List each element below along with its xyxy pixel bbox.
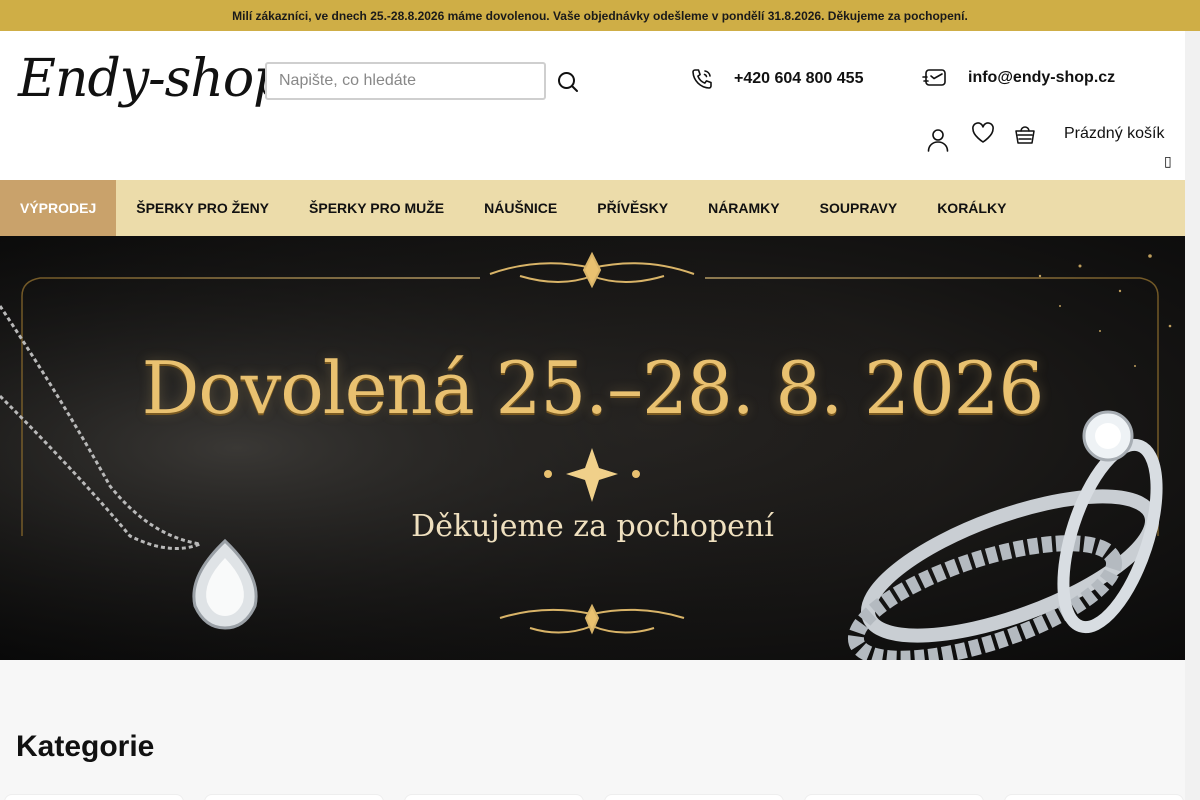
search-icon bbox=[558, 72, 578, 92]
main-nav: VÝPRODEJ ŠPERKY PRO ŽENY ŠPERKY PRO MUŽE… bbox=[0, 180, 1185, 236]
category-card[interactable] bbox=[1004, 794, 1184, 800]
account-button[interactable] bbox=[925, 126, 951, 154]
cart-label[interactable]: Prázdný košík bbox=[1064, 125, 1164, 143]
nav-item-naramky[interactable]: NÁRAMKY bbox=[688, 180, 800, 236]
hero-banner[interactable]: Dovolená 25.–28. 8. 2026 Děkujeme za poc… bbox=[0, 236, 1185, 660]
hero-decoration bbox=[0, 236, 1185, 660]
phone-icon bbox=[692, 69, 712, 89]
announcement-bar: Milí zákazníci, ve dnech 25.-28.8.2026 m… bbox=[0, 0, 1200, 31]
hero-title: Dovolená 25.–28. 8. 2026 bbox=[141, 346, 1045, 430]
nav-item-nausnice[interactable]: NÁUŠNICE bbox=[464, 180, 577, 236]
announcement-text: Milí zákazníci, ve dnech 25.-28.8.2026 m… bbox=[232, 8, 968, 23]
hero-subtitle: Děkujeme za pochopení bbox=[411, 509, 774, 544]
nav-item-sperky-pro-zeny[interactable]: ŠPERKY PRO ŽENY bbox=[116, 180, 289, 236]
page: Milí zákazníci, ve dnech 25.-28.8.2026 m… bbox=[0, 0, 1200, 800]
search-button[interactable] bbox=[553, 67, 583, 97]
nav-item-privesky[interactable]: PŘÍVĚSKY bbox=[577, 180, 688, 236]
nav-item-soupravy[interactable]: SOUPRAVY bbox=[800, 180, 918, 236]
email-address[interactable]: info@endy-shop.cz bbox=[968, 69, 1115, 87]
heart-icon bbox=[972, 122, 994, 143]
categories-section: Kategorie bbox=[0, 660, 1200, 800]
phone-number[interactable]: +420 604 800 455 bbox=[734, 70, 863, 88]
email-icon bbox=[922, 69, 946, 86]
scrollbar[interactable] bbox=[1185, 31, 1200, 800]
cart-button[interactable] bbox=[1012, 122, 1038, 148]
silk-fabric bbox=[0, 236, 1185, 660]
nav-item-koralky[interactable]: KORÁLKY bbox=[917, 180, 1026, 236]
phone-contact[interactable]: +420 604 800 455 bbox=[690, 67, 863, 91]
email-contact[interactable]: info@endy-shop.cz bbox=[922, 67, 1115, 89]
header: Endy-shop +420 604 800 455 info@ bbox=[0, 31, 1185, 180]
categories-heading: Kategorie bbox=[16, 730, 155, 763]
category-card[interactable] bbox=[604, 794, 784, 800]
search-input[interactable] bbox=[265, 62, 546, 100]
nav-item-vyprodej[interactable]: VÝPRODEJ bbox=[0, 180, 117, 236]
logo[interactable]: Endy-shop bbox=[18, 49, 286, 109]
category-card[interactable] bbox=[804, 794, 984, 800]
cart-sub-icon: ▯ bbox=[1164, 153, 1172, 169]
category-card[interactable] bbox=[204, 794, 384, 800]
user-icon bbox=[927, 129, 949, 152]
basket-icon bbox=[1015, 126, 1035, 144]
category-card[interactable] bbox=[404, 794, 584, 800]
category-card[interactable] bbox=[4, 794, 184, 800]
favorites-button[interactable] bbox=[970, 120, 996, 146]
nav-item-sperky-pro-muze[interactable]: ŠPERKY PRO MUŽE bbox=[289, 180, 464, 236]
